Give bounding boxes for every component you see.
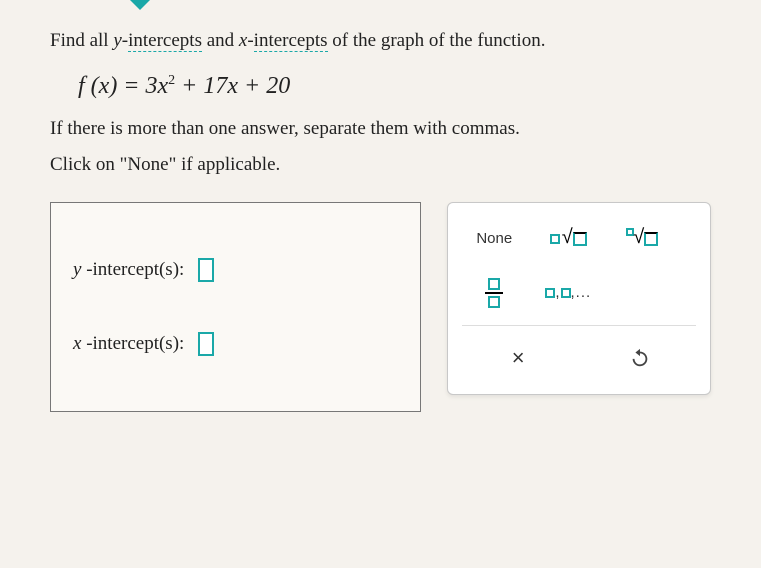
intercepts-link-1[interactable]: intercepts	[128, 30, 202, 52]
keypad-none-button[interactable]: None	[462, 217, 526, 261]
placeholder-box-icon	[545, 288, 555, 298]
x-intercept-label: x -intercept(s):	[73, 333, 184, 355]
radical-icon: √	[633, 226, 644, 249]
placeholder-box-icon	[573, 232, 587, 246]
y-intercept-label: y -intercept(s):	[73, 259, 184, 281]
keypad-fraction-button[interactable]	[462, 271, 526, 315]
placeholder-box-icon	[561, 288, 571, 298]
radical-icon: √	[562, 226, 573, 249]
answer-box: y -intercept(s): x -intercept(s):	[50, 202, 421, 412]
placeholder-box-icon	[488, 278, 500, 290]
y-intercept-input[interactable]	[198, 258, 214, 282]
x-intercept-input[interactable]	[198, 332, 214, 356]
intercepts-link-2[interactable]: intercepts	[254, 30, 328, 52]
placeholder-box-icon	[550, 234, 560, 244]
math-keypad: None √ √	[447, 202, 711, 395]
keypad-clear-button[interactable]: ×	[462, 336, 574, 380]
instruction-none: Click on "None" if applicable.	[50, 154, 711, 176]
placeholder-box-icon	[644, 232, 658, 246]
y-intercept-row: y -intercept(s):	[73, 258, 398, 282]
question-prompt: Find all y-intercepts and x-intercepts o…	[50, 28, 711, 55]
function-equation: f (x) = 3x2 + 17x + 20	[78, 73, 711, 100]
instruction-commas: If there is more than one answer, separa…	[50, 118, 711, 140]
placeholder-box-icon	[488, 296, 500, 308]
dropdown-chevron-icon	[130, 0, 150, 10]
x-intercept-row: x -intercept(s):	[73, 332, 398, 356]
keypad-reset-button[interactable]	[584, 336, 696, 380]
fraction-bar-icon	[485, 292, 503, 294]
keypad-sqrt-button[interactable]: √	[536, 217, 600, 261]
keypad-nth-root-button[interactable]: √	[610, 217, 674, 261]
cross-icon: ×	[512, 345, 525, 371]
reset-icon	[629, 347, 651, 369]
keypad-list-button[interactable]: ,,...	[536, 271, 600, 315]
